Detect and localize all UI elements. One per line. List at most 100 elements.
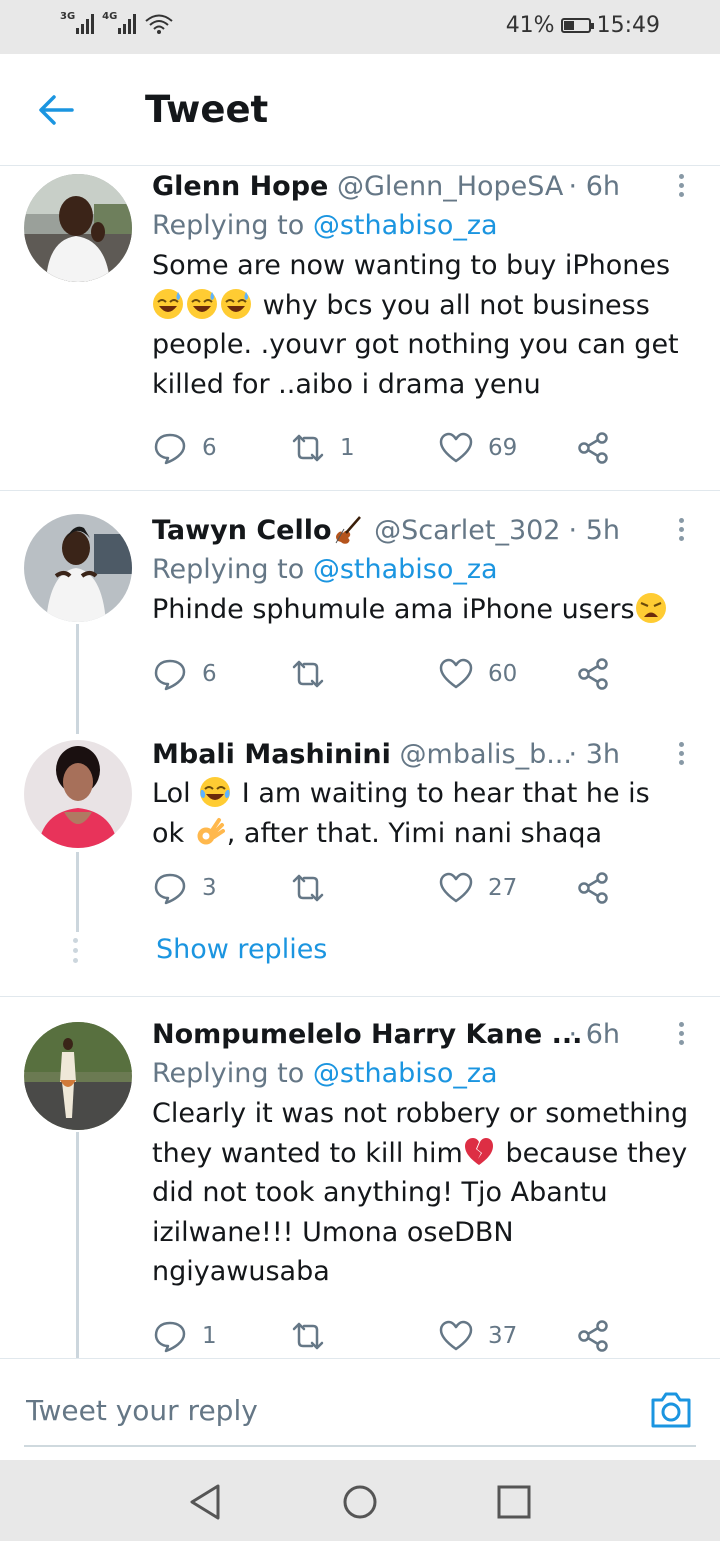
tweet-header: Nompumelelo Harry Kane ... · 6h xyxy=(152,1016,702,1054)
tears-of-joy-emoji-icon xyxy=(200,777,231,807)
signal-3g-icon: 3G xyxy=(60,12,95,34)
like-icon xyxy=(439,1320,473,1351)
user-name[interactable]: Glenn Hope xyxy=(152,171,328,202)
tweet-actions: 3 27 xyxy=(152,870,632,910)
share-icon xyxy=(578,432,608,464)
share-button[interactable] xyxy=(576,870,612,906)
user-name[interactable]: Mbali Mashinini xyxy=(152,739,391,770)
tweet-text: Phinde sphumule ama iPhone users xyxy=(152,590,702,630)
tweet-text: Clearly it was not robbery or something … xyxy=(152,1094,702,1292)
tweet-text-segment: they wanted to kill him xyxy=(152,1137,463,1169)
retweet-icon xyxy=(292,434,324,462)
tweet-text-line: ok , after that. Yimi nani shaqa xyxy=(152,814,702,854)
like-button[interactable]: 37 xyxy=(438,1318,517,1354)
like-button[interactable]: 27 xyxy=(438,870,517,906)
reply-icon xyxy=(154,1321,186,1353)
like-count: 69 xyxy=(488,435,518,461)
share-icon xyxy=(578,872,608,904)
user-handle[interactable]: @Scarlet_302 xyxy=(374,515,560,546)
avatar[interactable] xyxy=(24,174,132,282)
avatar[interactable] xyxy=(24,740,132,848)
share-button[interactable] xyxy=(576,656,612,692)
tweet-actions: 1 37 xyxy=(152,1318,632,1358)
mention-link[interactable]: @sthabiso_za xyxy=(313,210,498,241)
back-arrow-icon[interactable] xyxy=(36,92,76,128)
reply-count: 3 xyxy=(202,875,217,901)
tweet-text-segment: , after that. Yimi nani shaqa xyxy=(226,817,603,849)
share-button[interactable] xyxy=(576,430,612,466)
signal-4g-icon: 4G xyxy=(102,12,137,34)
mention-link[interactable]: @sthabiso_za xyxy=(313,1058,498,1089)
show-replies-link[interactable]: Show replies xyxy=(156,934,327,965)
thread-line xyxy=(76,852,79,932)
tweet-text-segment: why bcs you all not business xyxy=(262,289,650,321)
status-bar: 3G 4G 41% 15:49 xyxy=(0,0,720,54)
replying-to-label: Replying to xyxy=(152,210,305,241)
tweet-text: Lol I am waiting to hear that he is ok ,… xyxy=(152,774,702,853)
weary-face-emoji-icon xyxy=(635,593,666,623)
replying-to: Replying to @sthabiso_za xyxy=(152,206,702,246)
reply-button[interactable]: 1 xyxy=(152,1318,217,1354)
tweet-card[interactable]: Tawyn Cello @Scarlet_302 · 5h Replying t… xyxy=(0,512,720,712)
wifi-icon xyxy=(145,14,173,34)
clock: 15:49 xyxy=(596,13,660,38)
user-name[interactable]: Tawyn Cello xyxy=(152,515,332,546)
reply-button[interactable]: 6 xyxy=(152,430,217,466)
retweet-icon xyxy=(292,874,324,902)
user-handle[interactable]: @mbalis_b... xyxy=(400,739,572,770)
camera-icon[interactable] xyxy=(648,1387,694,1433)
reply-icon xyxy=(154,873,186,905)
retweet-button[interactable] xyxy=(290,656,326,692)
tweet-text-segment: Lol xyxy=(152,778,191,809)
tweet-text-line: Phinde sphumule ama iPhone users xyxy=(152,590,702,630)
like-icon xyxy=(439,658,473,689)
user-name[interactable]: Nompumelelo Harry Kane ... xyxy=(152,1019,582,1050)
tweet-card[interactable]: Glenn Hope @Glenn_HopeSA · 6h Replying t… xyxy=(0,168,720,490)
tweet-text-line: ngiyawusaba xyxy=(152,1256,330,1287)
share-button[interactable] xyxy=(576,1318,612,1354)
nav-back-icon[interactable] xyxy=(186,1482,226,1522)
like-button[interactable]: 60 xyxy=(438,656,517,692)
divider xyxy=(0,490,720,491)
more-icon[interactable] xyxy=(678,742,686,768)
more-icon[interactable] xyxy=(678,174,686,200)
reply-count: 6 xyxy=(202,661,217,687)
share-icon xyxy=(578,658,608,690)
tweet-time: · 6h xyxy=(568,171,620,202)
more-icon[interactable] xyxy=(678,1022,686,1048)
nav-home-icon[interactable] xyxy=(340,1482,380,1522)
reply-button[interactable]: 3 xyxy=(152,870,217,906)
retweet-button[interactable] xyxy=(290,870,326,906)
tweet-header: Tawyn Cello @Scarlet_302 · 5h xyxy=(152,512,702,550)
tweet-header: Glenn Hope @Glenn_HopeSA · 6h xyxy=(152,168,702,206)
battery-percent: 41% xyxy=(505,13,555,38)
avatar[interactable] xyxy=(24,514,132,622)
tweet-card[interactable]: Nompumelelo Harry Kane ... · 6h Replying… xyxy=(0,1016,720,1356)
reply-icon xyxy=(154,433,186,465)
like-icon xyxy=(439,872,473,903)
like-count: 60 xyxy=(488,661,518,687)
mention-link[interactable]: @sthabiso_za xyxy=(313,554,498,585)
nav-recents-icon[interactable] xyxy=(494,1482,534,1522)
replying-to-label: Replying to xyxy=(152,554,305,585)
tweet-card[interactable]: Mbali Mashinini @mbalis_b... · 3h Lol I … xyxy=(0,736,720,996)
tweet-text-line: they wanted to kill him because they xyxy=(152,1134,702,1174)
more-icon[interactable] xyxy=(678,518,686,544)
reply-input[interactable] xyxy=(24,1389,648,1431)
reply-count: 1 xyxy=(202,1323,217,1349)
like-count: 37 xyxy=(488,1323,518,1349)
system-nav-bar xyxy=(0,1460,720,1541)
retweet-button[interactable]: 1 xyxy=(290,430,355,466)
reply-icon xyxy=(154,659,186,691)
reply-button[interactable]: 6 xyxy=(152,656,217,692)
tweet-actions: 6 60 xyxy=(152,656,632,696)
tweet-text-line: Some are now wanting to buy iPhones xyxy=(152,250,671,281)
like-button[interactable]: 69 xyxy=(438,430,517,466)
sweat-smile-emoji-icon xyxy=(153,288,183,319)
battery-icon xyxy=(560,18,594,33)
avatar[interactable] xyxy=(24,1022,132,1130)
reply-input-underline xyxy=(24,1445,696,1447)
user-handle[interactable]: @Glenn_HopeSA xyxy=(337,171,563,202)
retweet-button[interactable] xyxy=(290,1318,326,1354)
tweet-text-line: Lol I am waiting to hear that he is xyxy=(152,774,702,814)
